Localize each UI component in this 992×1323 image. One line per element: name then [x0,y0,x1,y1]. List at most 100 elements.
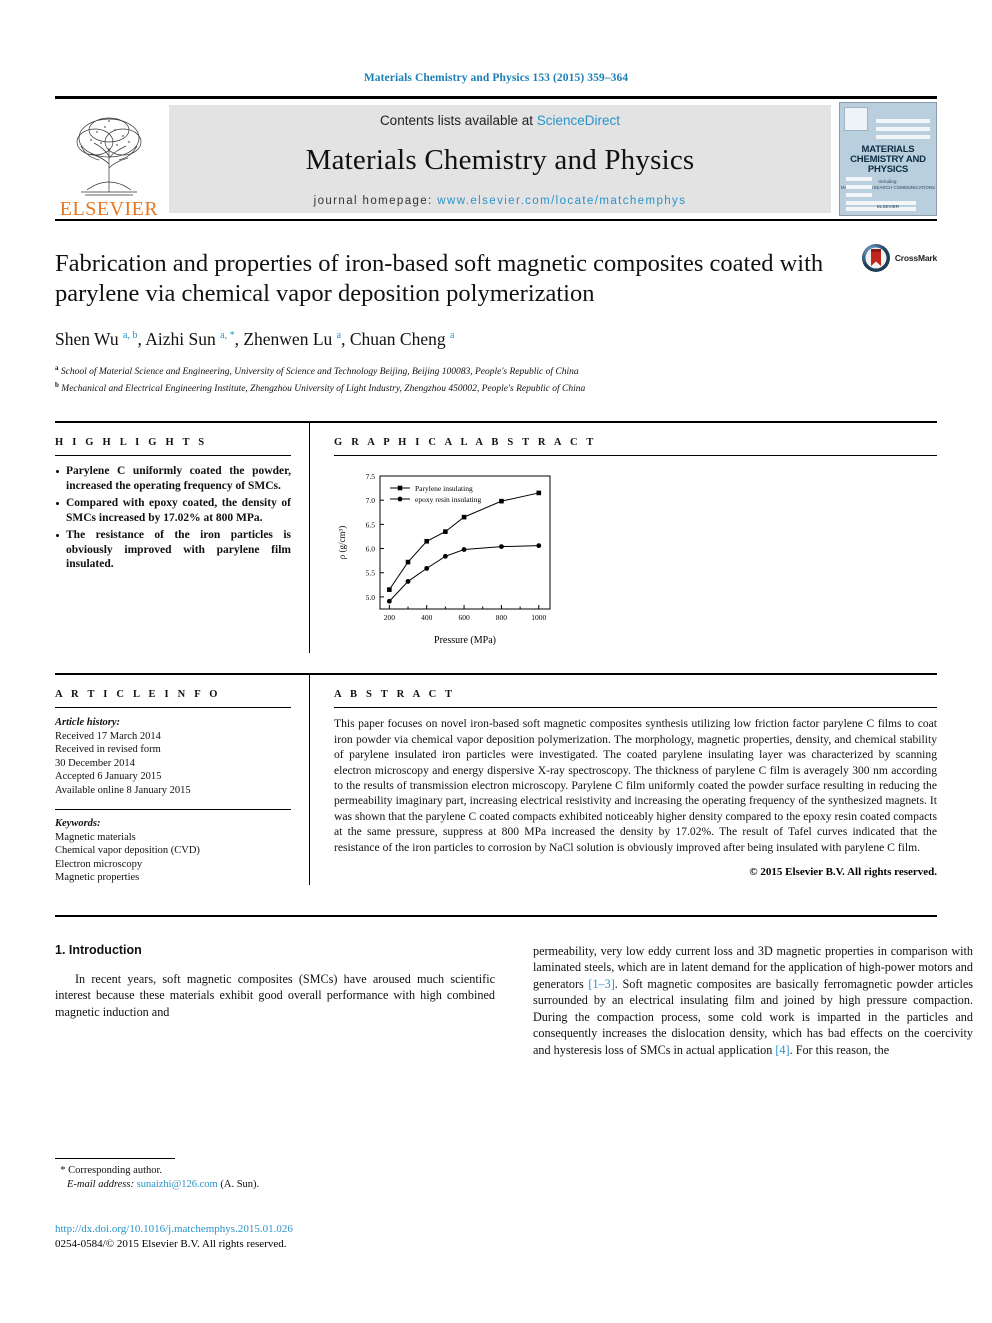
affiliation-text-a: School of Material Science and Engineeri… [60,367,579,378]
graphical-abstract-heading: G R A P H I C A L A B S T R A C T [334,437,597,449]
page-title: Fabrication and properties of iron-based… [55,250,824,307]
article-history-line: Received in revised form [55,744,161,756]
list-item: Compared with epoxy coated, the density … [55,496,291,525]
affiliation-text-b: Mechanical and Electrical Engineering In… [61,383,586,394]
affiliation-marker-b: b [55,380,59,389]
email-line: E-mail address: sunaizhi@126.com (A. Sun… [55,1178,495,1192]
highlights-heading: H I G H L I G H T S [55,437,208,449]
corresponding-author-footnote: * Corresponding author. E-mail address: … [55,1158,495,1191]
article-history-line: Received 17 March 2014 [55,730,161,742]
footnote-body: * Corresponding author. E-mail address: … [55,1164,495,1191]
email-link[interactable]: sunaizhi@126.com [137,1179,218,1190]
elsevier-wordmark: ELSEVIER [59,198,159,220]
highlights-list: Parylene C uniformly coated the powder, … [55,464,291,572]
journal-masthead: ELSEVIER Contents lists available at Sci… [55,96,937,219]
svg-text:600: 600 [458,613,470,622]
svg-text:ρ (g/cm³): ρ (g/cm³) [337,526,347,559]
doi-link[interactable]: http://dx.doi.org/10.1016/j.matchemphys.… [55,1222,293,1237]
articleinfo-abstract-band: A R T I C L E I N F O Article history: R… [55,673,937,885]
density-pressure-chart: 5.0 5.5 6.0 6.5 7.0 7.5 200 400 600 800 1000 Pressu… [334,468,564,653]
article-history-label: Article history: [55,717,121,729]
svg-text:7.0: 7.0 [366,496,376,505]
svg-text:1000: 1000 [531,613,546,622]
body-column-left: 1. Introduction In recent years, soft ma… [55,943,495,1059]
cover-title-line3: PHYSICS [867,164,909,175]
chart-canvas: 5.0 5.5 6.0 6.5 7.0 7.5 200 400 600 800 1000 Pressu… [337,472,551,646]
abstract-copyright: © 2015 Elsevier B.V. All rights reserved… [749,865,937,878]
intro-paragraph-left: In recent years, soft magnetic composite… [55,971,495,1019]
paper-page: Materials Chemistry and Physics 153 (201… [0,0,992,1323]
contents-available-line: Contents lists available at ScienceDirec… [380,113,620,128]
cover-elsevier-badge [844,107,868,131]
doi-footer: http://dx.doi.org/10.1016/j.matchemphys.… [55,1222,293,1252]
svg-text:Pressure (MPa): Pressure (MPa) [434,635,496,646]
homepage-url-link[interactable]: www.elsevier.com/locate/matchemphys [437,195,686,207]
svg-text:5.5: 5.5 [366,569,376,578]
contents-prefix: Contents lists available at [379,113,537,128]
masthead-center-panel: Contents lists available at ScienceDirec… [169,105,831,213]
affiliation-list: a School of Material Science and Enginee… [55,362,937,395]
elsevier-logo: ELSEVIER [55,99,163,219]
keywords-block: Keywords: Magnetic materials Chemical va… [55,817,291,885]
keywords-divider [55,809,291,811]
crossmark-badge[interactable]: CrossMark [861,243,937,273]
email-label: E-mail address: [67,1178,134,1190]
abstract-section: A B S T R A C T This paper focuses on no… [310,675,937,885]
journal-cover-thumbnail: MATERIALS CHEMISTRY AND PHYSICS Includin… [839,102,937,216]
citation-ref-1-3[interactable]: [1–3] [588,977,614,991]
keyword-item: Magnetic properties [55,872,140,884]
issn-copyright-line: 0254-0584/© 2015 Elsevier B.V. All right… [55,1238,287,1250]
crossmark-label: CrossMark [894,253,937,263]
graphical-abstract-figure: 5.0 5.5 6.0 6.5 7.0 7.5 200 400 600 800 1000 Pressu… [334,464,937,653]
affiliation-b: b Mechanical and Electrical Engineering … [55,379,937,396]
abstract-heading: A B S T R A C T [334,689,456,701]
highlights-graphical-band: H I G H L I G H T S Parylene C uniformly… [55,421,937,654]
journal-homepage-line: journal homepage: www.elsevier.com/locat… [314,195,687,207]
article-info-divider [55,707,291,709]
graphical-abstract-divider [334,455,937,457]
body-column-right: permeability, very low eddy current loss… [533,943,973,1059]
citation-ref-4[interactable]: [4] [775,1043,789,1057]
elsevier-tree-icon [76,117,142,196]
corresponding-label: Corresponding author. [68,1165,163,1176]
email-suffix: (A. Sun). [220,1178,260,1190]
cover-artwork: MATERIALS CHEMISTRY AND PHYSICS Includin… [840,103,936,215]
keyword-item: Magnetic materials [55,831,136,843]
journal-title: Materials Chemistry and Physics [305,144,695,176]
body-columns: 1. Introduction In recent years, soft ma… [55,914,973,1059]
abstract-divider [334,707,937,709]
article-history-line: Accepted 6 January 2015 [55,771,162,783]
article-history-line: Available online 8 January 2015 [55,784,191,796]
cover-footer-text: ELSEVIER [876,204,899,209]
svg-text:Parylene insulating: Parylene insulating [415,484,473,493]
svg-text:200: 200 [384,613,396,622]
graphical-abstract-section: G R A P H I C A L A B S T R A C T 5.0 5.5… [310,423,937,653]
section-title-introduction: 1. Introduction [55,942,142,957]
corresponding-marker: * [60,1165,66,1176]
list-item: The resistance of the iron particles is … [55,528,291,572]
svg-text:800: 800 [496,613,508,622]
keyword-item: Chemical vapor deposition (CVD) [55,845,200,857]
list-item: Parylene C uniformly coated the powder, … [55,464,291,493]
keyword-item: Electron microscopy [55,858,143,870]
article-history: Article history: Received 17 March 2014 … [55,716,291,797]
footnote-divider [55,1158,175,1159]
svg-text:400: 400 [421,613,433,622]
affiliation-marker-a: a [55,364,59,372]
title-block: Fabrication and properties of iron-based… [55,219,937,395]
affiliation-a: a School of Material Science and Enginee… [55,362,937,379]
running-head: Materials Chemistry and Physics 153 (201… [363,72,629,84]
corresponding-author-line: * Corresponding author. [55,1164,495,1178]
intro-paragraph-right: permeability, very low eddy current loss… [533,943,973,1059]
article-info-section: A R T I C L E I N F O Article history: R… [55,675,310,885]
highlights-divider [55,455,291,457]
author-list: Shen Wu a, b, Aizhi Sun a, *, Zhenwen Lu… [55,329,455,349]
article-history-line: 30 December 2014 [55,757,135,769]
svg-text:5.0: 5.0 [366,593,376,602]
crossmark-icon [861,244,890,272]
article-info-heading: A R T I C L E I N F O [55,689,221,701]
keywords-label: Keywords: [55,818,101,830]
svg-text:epoxy resin insulating: epoxy resin insulating [415,495,481,504]
sciencedirect-link[interactable]: ScienceDirect [537,113,620,128]
highlights-section: H I G H L I G H T S Parylene C uniformly… [55,423,310,654]
